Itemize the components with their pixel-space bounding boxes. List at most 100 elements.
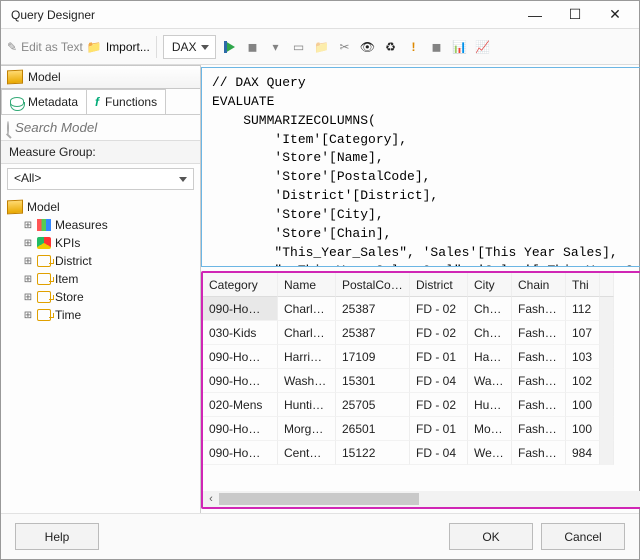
tree-node-measures[interactable]: ⊞ Measures [5,216,196,234]
toolbar-icon-7[interactable]: 👁 [358,37,378,57]
grid-vscroll[interactable] [600,297,614,321]
toolbar-icon-3[interactable]: ▾ [266,37,286,57]
toolbar-separator [156,36,157,58]
column-header[interactable]: Name [278,273,336,297]
search-icon [7,121,9,135]
expander-icon[interactable]: ⊞ [23,310,33,320]
grid-vscroll[interactable] [600,441,614,465]
grid-vscroll[interactable] [600,345,614,369]
expander-icon[interactable]: ⊞ [23,292,33,302]
tree-node-kpis[interactable]: ⊞ KPIs [5,234,196,252]
tree-node-store[interactable]: ⊞ Store [5,288,196,306]
table-cell: Fashi… [512,297,566,321]
column-header[interactable]: City [468,273,512,297]
grid-vscroll[interactable] [600,393,614,417]
measure-group-select[interactable]: <All> [7,168,194,190]
tree-node-label: KPIs [55,236,80,250]
column-header[interactable]: PostalCode [336,273,410,297]
tree-root[interactable]: Model [5,198,196,216]
language-select[interactable]: DAX [163,35,216,59]
ok-button[interactable]: OK [449,523,533,550]
query-editor[interactable]: // DAX Query EVALUATE SUMMARIZECOLUMNS( … [201,67,640,267]
column-header[interactable]: Category [203,273,278,297]
table-cell: 090-Ho… [203,369,278,393]
table-cell: FD - 01 [410,345,468,369]
table-cell: Charl… [278,321,336,345]
table-cell: Ha… [468,345,512,369]
table-cell: We… [468,441,512,465]
grid-vscroll[interactable] [600,417,614,441]
dimension-icon [37,291,51,303]
close-button[interactable]: ✕ [595,2,635,28]
table-row[interactable]: 090-Ho…Wash…15301FD - 04Wa…Fashi…102 [203,369,640,393]
minimize-button[interactable]: — [515,2,555,28]
table-cell: 107 [566,321,600,345]
expander-icon[interactable]: ⊞ [23,256,33,266]
table-row[interactable]: 090-Ho…Morg…26501FD - 01Mo…Fashi…100 [203,417,640,441]
model-header-label: Model [28,70,61,84]
table-cell: 102 [566,369,600,393]
tree-node-item[interactable]: ⊞ Item [5,270,196,288]
search-input[interactable] [13,119,196,136]
table-cell: Fashi… [512,369,566,393]
table-row[interactable]: 020-MensHunti…25705FD - 02Hu…Fashi…100 [203,393,640,417]
help-button[interactable]: Help [15,523,99,550]
toolbar-icon-8[interactable]: ♻ [381,37,401,57]
grid-vscroll[interactable] [600,321,614,345]
table-cell: FD - 04 [410,369,468,393]
table-row[interactable]: 090-Ho…Charl…25387FD - 02Ch…Fashi…112 [203,297,640,321]
query-designer-window: Query Designer — ☐ ✕ ✎ Edit as Text 📁 Im… [0,0,640,560]
search-row [1,115,200,140]
toolbar: ✎ Edit as Text 📁 Import... DAX ◼ ▾ ▭ 📁 ✂… [1,29,639,65]
table-row[interactable]: 090-Ho…Cent…15122FD - 04We…Fashi…984 [203,441,640,465]
tab-metadata[interactable]: Metadata [1,89,87,114]
expander-icon[interactable]: ⊞ [23,220,33,230]
dimension-icon [37,255,51,267]
maximize-button[interactable]: ☐ [555,2,595,28]
fx-icon: f [95,95,99,109]
window-title: Query Designer [11,8,515,22]
tree-node-label: Time [55,308,81,322]
tree-node-label: Store [55,290,84,304]
toolbar-icon-12[interactable]: 📈 [473,37,493,57]
table-cell: 103 [566,345,600,369]
cube-icon [7,70,23,85]
hscroll-thumb[interactable] [219,493,419,505]
table-cell: Ch… [468,321,512,345]
toolbar-icon-5[interactable]: 📁 [312,37,332,57]
model-header: Model [1,65,200,89]
toolbar-icon-11[interactable]: 📊 [450,37,470,57]
toolbar-icon-6[interactable]: ✂ [335,37,355,57]
tree-node-time[interactable]: ⊞ Time [5,306,196,324]
tree-node-label: District [55,254,92,268]
table-row[interactable]: 090-Ho…Harri…17109FD - 01Ha…Fashi…103 [203,345,640,369]
expander-icon[interactable]: ⊞ [23,274,33,284]
column-header[interactable]: District [410,273,468,297]
cancel-button[interactable]: Cancel [541,523,625,550]
table-cell: Fashi… [512,417,566,441]
grid-horizontal-scrollbar[interactable]: ‹ › [203,491,640,507]
column-header[interactable]: Thi [566,273,600,297]
run-query-icon[interactable] [220,37,240,57]
table-cell: FD - 04 [410,441,468,465]
toolbar-icon-4[interactable]: ▭ [289,37,309,57]
table-cell: 15122 [336,441,410,465]
table-cell: 112 [566,297,600,321]
tree-node-label: Item [55,272,78,286]
column-header[interactable]: Chain [512,273,566,297]
table-cell: Wa… [468,369,512,393]
scroll-left-icon[interactable]: ‹ [203,491,219,507]
tab-functions[interactable]: f Functions [86,89,166,114]
grid-vscroll[interactable] [600,369,614,393]
toolbar-icon-9[interactable]: ! [404,37,424,57]
grid-vscroll[interactable] [600,273,614,297]
import-button[interactable]: 📁 Import... [87,40,150,54]
table-cell: FD - 02 [410,297,468,321]
expander-icon[interactable]: ⊞ [23,238,33,248]
toolbar-icon-2[interactable]: ◼ [243,37,263,57]
tree-node-district[interactable]: ⊞ District [5,252,196,270]
table-row[interactable]: 030-KidsCharl…25387FD - 02Ch…Fashi…107 [203,321,640,345]
table-cell: Fashi… [512,441,566,465]
edit-as-text-button[interactable]: ✎ Edit as Text [7,40,83,54]
toolbar-icon-10[interactable]: ◼ [427,37,447,57]
